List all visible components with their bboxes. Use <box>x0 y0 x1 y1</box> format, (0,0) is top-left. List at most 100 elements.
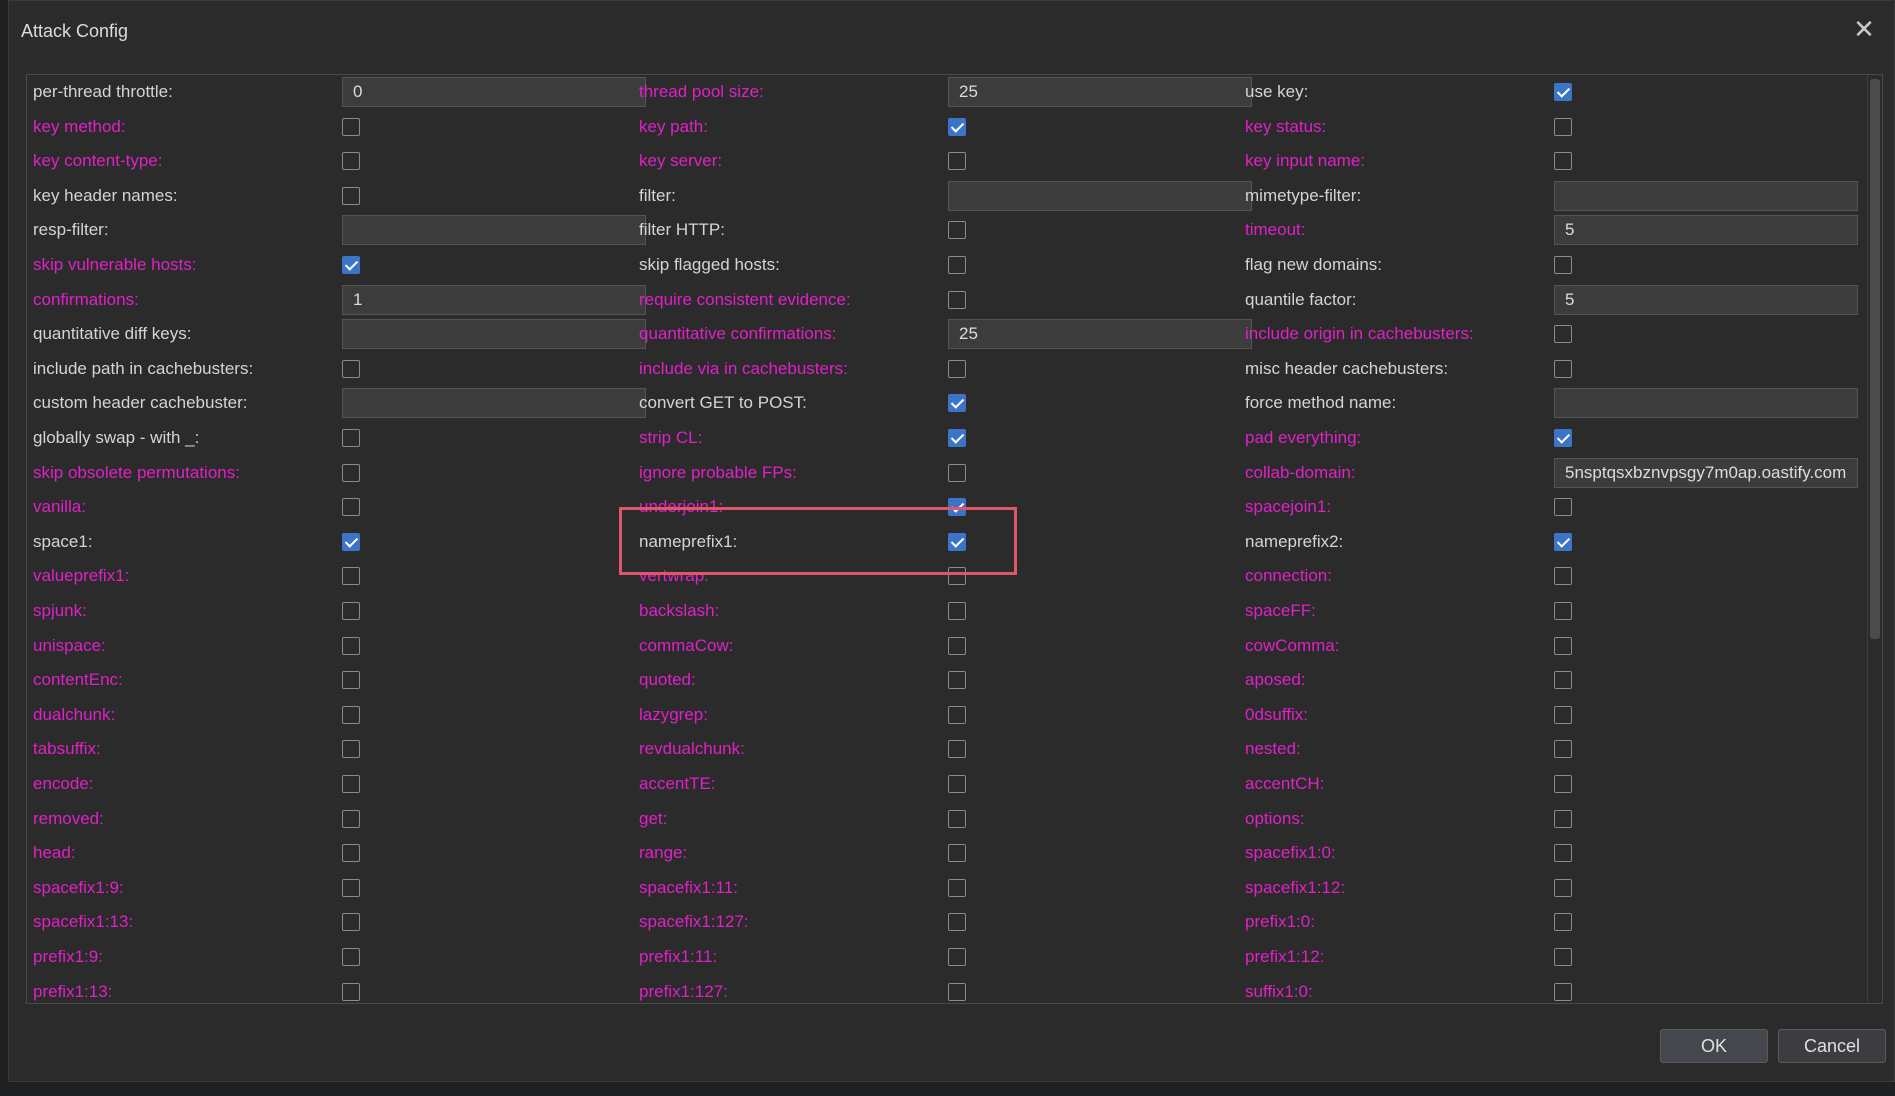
encode-checkbox[interactable] <box>342 775 360 793</box>
ignore-probable-fps-checkbox[interactable] <box>948 463 966 482</box>
confirmations-field[interactable] <box>342 284 646 315</box>
timeout-field[interactable] <box>1554 215 1858 246</box>
key-header-names-label: key header names: <box>33 185 178 205</box>
key-status-checkbox[interactable] <box>1554 117 1572 136</box>
per-thread-throttle-field[interactable] <box>342 77 646 107</box>
head-checkbox[interactable] <box>342 844 360 863</box>
key-server-checkbox[interactable] <box>948 152 966 171</box>
cowcomma-checkbox[interactable] <box>1554 636 1572 655</box>
key-path-checkbox[interactable] <box>948 117 966 136</box>
cancel-button[interactable]: Cancel <box>1778 1029 1886 1063</box>
spacefix1-9-label: spacefix1:9: <box>33 877 124 897</box>
underjoin1-checkbox[interactable] <box>948 498 966 517</box>
settings-row: custom header cachebuster: convert GET to… <box>27 386 1867 421</box>
force-method-name-field[interactable] <box>1554 388 1858 419</box>
collab-domain-field[interactable] <box>1554 457 1858 488</box>
spjunk-checkbox[interactable] <box>342 602 360 620</box>
commacow-checkbox[interactable] <box>948 636 966 655</box>
key-method-checkbox[interactable] <box>342 117 360 136</box>
convert-get-to-post-label: convert GET to POST: <box>639 393 807 413</box>
vanilla-checkbox[interactable] <box>342 498 360 517</box>
nameprefix1-checkbox[interactable] <box>948 532 966 551</box>
spaceff-checkbox[interactable] <box>1554 602 1572 620</box>
misc-header-cachebusters-label: misc header cachebusters: <box>1245 358 1449 378</box>
accentch-checkbox[interactable] <box>1554 775 1572 793</box>
revdualchunk-checkbox[interactable] <box>948 740 966 759</box>
nested-checkbox[interactable] <box>1554 740 1572 759</box>
valueprefix1-label: valueprefix1: <box>33 566 130 586</box>
settings-row: valueprefix1: vertwrap: connection: <box>27 559 1867 594</box>
quantile-factor-field[interactable] <box>1554 284 1858 315</box>
unispace-checkbox[interactable] <box>342 636 360 655</box>
lazygrep-checkbox[interactable] <box>948 705 966 724</box>
skip-vulnerable-hosts-checkbox[interactable] <box>342 256 360 274</box>
0dsuffix-checkbox[interactable] <box>1554 705 1572 724</box>
use-key-checkbox[interactable] <box>1554 83 1572 101</box>
contentenc-checkbox[interactable] <box>342 671 360 690</box>
aposed-checkbox[interactable] <box>1554 671 1572 690</box>
nameprefix2-checkbox[interactable] <box>1554 532 1572 551</box>
include-via-in-cachebusters-checkbox[interactable] <box>948 359 966 378</box>
flag-new-domains-checkbox[interactable] <box>1554 256 1572 274</box>
spacefix1-0-checkbox[interactable] <box>1554 844 1572 863</box>
skip-obsolete-permutations-checkbox[interactable] <box>342 463 360 482</box>
spacefix1-11-checkbox[interactable] <box>948 878 966 897</box>
quantitative-diff-keys-field[interactable] <box>342 319 646 350</box>
valueprefix1-checkbox[interactable] <box>342 567 360 586</box>
scrollbar-thumb[interactable] <box>1870 79 1880 639</box>
key-input-name-checkbox[interactable] <box>1554 152 1572 171</box>
key-header-names-checkbox[interactable] <box>342 186 360 205</box>
settings-row: head: range: spacefix1:0: <box>27 836 1867 871</box>
range-checkbox[interactable] <box>948 844 966 863</box>
prefix1-0-checkbox[interactable] <box>1554 913 1572 932</box>
prefix1-127-checkbox[interactable] <box>948 982 966 1001</box>
misc-header-cachebusters-checkbox[interactable] <box>1554 359 1572 378</box>
spacejoin1-checkbox[interactable] <box>1554 498 1572 517</box>
spacefix1-9-checkbox[interactable] <box>342 878 360 897</box>
checkmark-icon <box>950 534 965 548</box>
require-consistent-evidence-checkbox[interactable] <box>948 290 966 309</box>
tabsuffix-checkbox[interactable] <box>342 740 360 759</box>
mimetype-filter-field[interactable] <box>1554 180 1858 211</box>
skip-flagged-hosts-checkbox[interactable] <box>948 256 966 274</box>
settings-row: key content-type: key server: key input na… <box>27 144 1867 179</box>
removed-checkbox[interactable] <box>342 809 360 828</box>
strip-cl-checkbox[interactable] <box>948 429 966 447</box>
close-icon[interactable]: ✕ <box>1850 15 1878 43</box>
spacefix1-127-checkbox[interactable] <box>948 913 966 932</box>
ok-button[interactable]: OK <box>1660 1029 1768 1063</box>
thread-pool-size-field[interactable] <box>948 77 1252 107</box>
key-input-name-label: key input name: <box>1245 151 1366 171</box>
backslash-checkbox[interactable] <box>948 602 966 620</box>
spacefix1-13-checkbox[interactable] <box>342 913 360 932</box>
settings-row: spacefix1:13: spacefix1:127: prefix1:0: <box>27 905 1867 940</box>
prefix1-9-checkbox[interactable] <box>342 948 360 966</box>
connection-checkbox[interactable] <box>1554 567 1572 586</box>
include-path-in-cachebusters-checkbox[interactable] <box>342 359 360 378</box>
quantitative-confirmations-field[interactable] <box>948 319 1252 350</box>
options-checkbox[interactable] <box>1554 809 1572 828</box>
globally-swap-with-checkbox[interactable] <box>342 429 360 447</box>
space1-checkbox[interactable] <box>342 532 360 551</box>
pad-everything-checkbox[interactable] <box>1554 429 1572 447</box>
dualchunk-checkbox[interactable] <box>342 705 360 724</box>
filter-http-checkbox[interactable] <box>948 221 966 240</box>
prefix1-13-checkbox[interactable] <box>342 982 360 1001</box>
suffix1-0-checkbox[interactable] <box>1554 982 1572 1001</box>
prefix1-11-checkbox[interactable] <box>948 948 966 966</box>
custom-header-cachebuster-field[interactable] <box>342 388 646 419</box>
spacefix1-12-checkbox[interactable] <box>1554 878 1572 897</box>
include-origin-in-cachebusters-checkbox[interactable] <box>1554 325 1572 344</box>
quoted-checkbox[interactable] <box>948 671 966 690</box>
resp-filter-field[interactable] <box>342 215 646 246</box>
require-consistent-evidence-label: require consistent evidence: <box>639 289 851 309</box>
convert-get-to-post-checkbox[interactable] <box>948 394 966 413</box>
accentte-checkbox[interactable] <box>948 775 966 793</box>
settings-row: skip obsolete permutations: ignore probab… <box>27 456 1867 491</box>
vertwrap-checkbox[interactable] <box>948 567 966 586</box>
filter-field[interactable] <box>948 180 1252 211</box>
prefix1-12-checkbox[interactable] <box>1554 948 1572 966</box>
vertical-scrollbar[interactable] <box>1867 75 1882 1003</box>
get-checkbox[interactable] <box>948 809 966 828</box>
key-content-type-checkbox[interactable] <box>342 152 360 171</box>
